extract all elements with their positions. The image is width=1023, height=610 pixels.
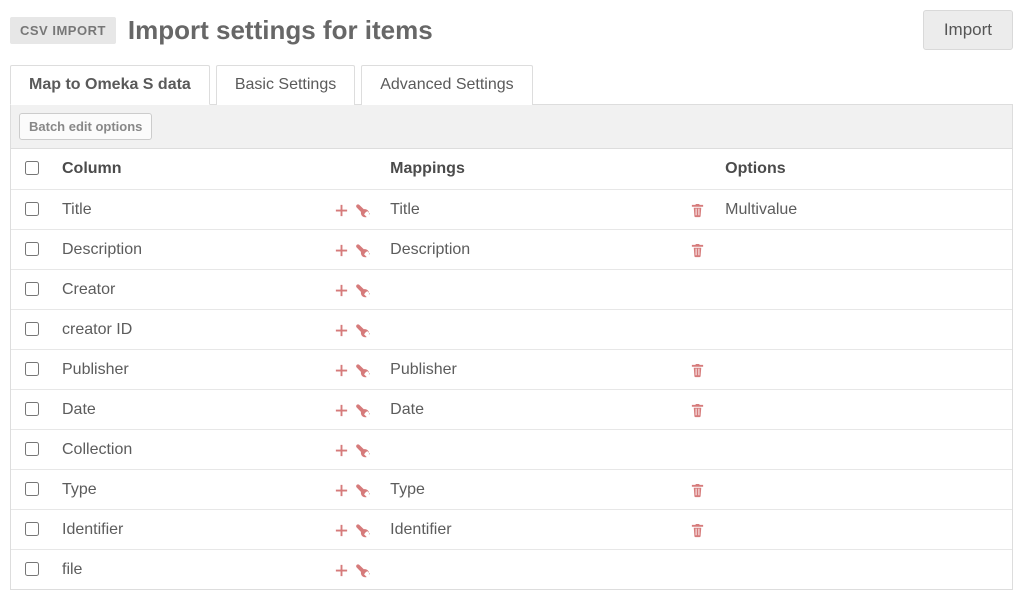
page-title: Import settings for items: [128, 15, 911, 46]
mapping-value: Identifier: [390, 521, 451, 538]
column-name: creator ID: [62, 321, 132, 338]
mapping-value: Title: [390, 201, 420, 218]
row-checkbox[interactable]: [25, 402, 39, 416]
add-mapping-icon[interactable]: [334, 563, 349, 578]
row-checkbox[interactable]: [25, 322, 39, 336]
configure-icon[interactable]: [355, 203, 370, 218]
table-row: Type Type: [11, 470, 1012, 510]
table-row: Collection: [11, 430, 1012, 470]
header-column: Column: [52, 149, 322, 190]
add-mapping-icon[interactable]: [334, 243, 349, 258]
column-name: Type: [62, 481, 97, 498]
row-checkbox[interactable]: [25, 242, 39, 256]
row-checkbox[interactable]: [25, 202, 39, 216]
table-row: Identifier Identifier: [11, 510, 1012, 550]
add-mapping-icon[interactable]: [334, 283, 349, 298]
tab-basic-settings[interactable]: Basic Settings: [216, 65, 355, 105]
trash-icon[interactable]: [690, 403, 705, 418]
tab-map-to-omeka[interactable]: Map to Omeka S data: [10, 65, 210, 105]
column-name: Publisher: [62, 361, 129, 378]
table-row: Date Date: [11, 390, 1012, 430]
configure-icon[interactable]: [355, 243, 370, 258]
table-row: Description Description: [11, 230, 1012, 270]
import-button[interactable]: Import: [923, 10, 1013, 50]
configure-icon[interactable]: [355, 483, 370, 498]
trash-icon[interactable]: [690, 203, 705, 218]
table-header-row: Column Mappings Options: [11, 149, 1012, 190]
configure-icon[interactable]: [355, 403, 370, 418]
column-name: Date: [62, 401, 96, 418]
column-name: Identifier: [62, 521, 123, 538]
trash-icon[interactable]: [690, 523, 705, 538]
add-mapping-icon[interactable]: [334, 323, 349, 338]
table-row: Publisher Publisher: [11, 350, 1012, 390]
row-checkbox[interactable]: [25, 442, 39, 456]
mapping-value: Date: [390, 401, 424, 418]
page-header: CSV IMPORT Import settings for items Imp…: [10, 10, 1013, 64]
mapping-panel: Batch edit options Column Mappings Optio…: [10, 105, 1013, 590]
table-row: Creator: [11, 270, 1012, 310]
add-mapping-icon[interactable]: [334, 523, 349, 538]
configure-icon[interactable]: [355, 443, 370, 458]
configure-icon[interactable]: [355, 363, 370, 378]
mapping-value: Description: [390, 241, 470, 258]
row-checkbox[interactable]: [25, 522, 39, 536]
header-mappings: Mappings: [380, 149, 680, 190]
table-row: file: [11, 550, 1012, 590]
module-badge: CSV IMPORT: [10, 17, 116, 44]
mapping-table: Column Mappings Options Title Title Multi…: [11, 149, 1012, 589]
add-mapping-icon[interactable]: [334, 443, 349, 458]
row-checkbox[interactable]: [25, 362, 39, 376]
row-checkbox[interactable]: [25, 562, 39, 576]
tab-advanced-settings[interactable]: Advanced Settings: [361, 65, 532, 105]
column-name: Creator: [62, 281, 115, 298]
row-checkbox[interactable]: [25, 482, 39, 496]
tab-bar: Map to Omeka S data Basic Settings Advan…: [10, 64, 1013, 105]
select-all-checkbox[interactable]: [25, 161, 39, 175]
row-checkbox[interactable]: [25, 282, 39, 296]
options-value: Multivalue: [725, 201, 797, 218]
add-mapping-icon[interactable]: [334, 403, 349, 418]
mapping-value: Publisher: [390, 361, 457, 378]
configure-icon[interactable]: [355, 323, 370, 338]
mapping-value: Type: [390, 481, 425, 498]
add-mapping-icon[interactable]: [334, 363, 349, 378]
configure-icon[interactable]: [355, 523, 370, 538]
table-row: creator ID: [11, 310, 1012, 350]
batch-row: Batch edit options: [11, 105, 1012, 149]
header-options: Options: [715, 149, 1012, 190]
add-mapping-icon[interactable]: [334, 483, 349, 498]
column-name: Collection: [62, 441, 132, 458]
trash-icon[interactable]: [690, 483, 705, 498]
column-name: Title: [62, 201, 92, 218]
add-mapping-icon[interactable]: [334, 203, 349, 218]
batch-edit-button[interactable]: Batch edit options: [19, 113, 152, 140]
configure-icon[interactable]: [355, 563, 370, 578]
trash-icon[interactable]: [690, 363, 705, 378]
trash-icon[interactable]: [690, 243, 705, 258]
column-name: Description: [62, 241, 142, 258]
configure-icon[interactable]: [355, 283, 370, 298]
table-row: Title Title Multivalue: [11, 190, 1012, 230]
column-name: file: [62, 561, 82, 578]
